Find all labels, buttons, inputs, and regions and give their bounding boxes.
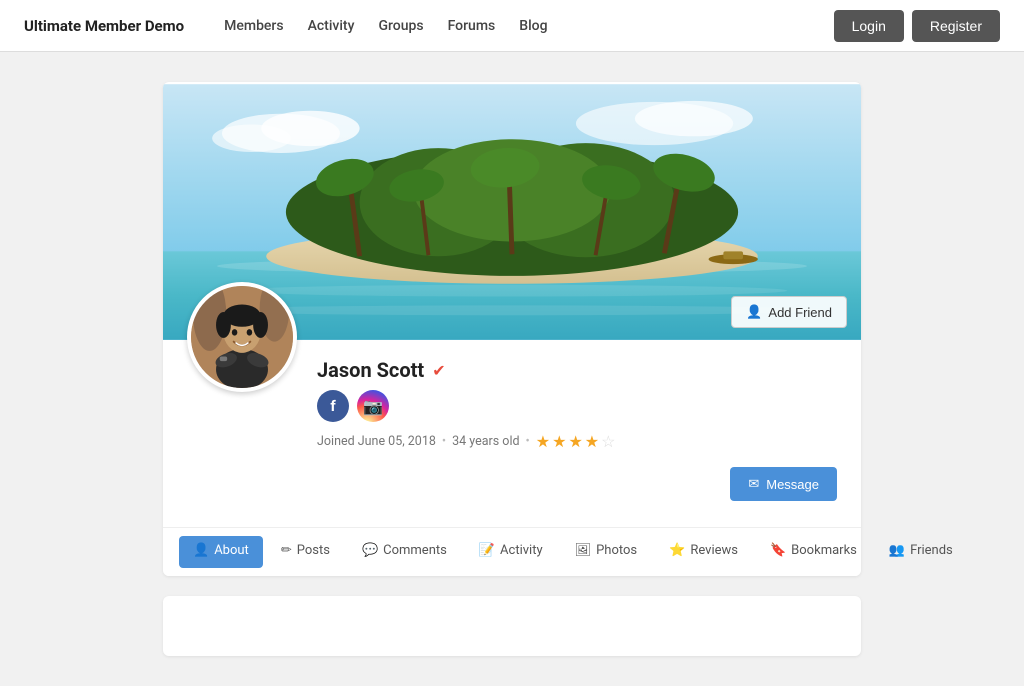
tab-bookmarks-label: Bookmarks bbox=[791, 543, 857, 558]
login-button[interactable]: Login bbox=[834, 10, 904, 42]
main-nav: Ultimate Member Demo Members Activity Gr… bbox=[0, 0, 1024, 52]
site-brand: Ultimate Member Demo bbox=[24, 17, 184, 35]
person-icon: 👤 bbox=[746, 304, 762, 320]
meta-dot-2: • bbox=[526, 434, 530, 449]
star-2: ★ bbox=[552, 432, 566, 451]
nav-groups[interactable]: Groups bbox=[378, 18, 423, 34]
nav-blog[interactable]: Blog bbox=[519, 18, 547, 34]
star-3: ★ bbox=[568, 432, 582, 451]
tab-about[interactable]: 👤 About bbox=[179, 536, 263, 568]
profile-name-row: Jason Scott ✔ bbox=[317, 358, 837, 382]
rating-stars: ★ ★ ★ ★ ☆ bbox=[536, 432, 616, 451]
nav-links: Members Activity Groups Forums Blog bbox=[224, 18, 833, 34]
star-5: ☆ bbox=[601, 432, 615, 451]
joined-date: Joined June 05, 2018 bbox=[317, 434, 436, 449]
star-1: ★ bbox=[536, 432, 550, 451]
tab-comments[interactable]: 💬 Comments bbox=[348, 528, 461, 576]
tab-reviews[interactable]: ⭐ Reviews bbox=[655, 528, 752, 576]
tab-posts-label: Posts bbox=[297, 543, 330, 558]
tab-activity-label: Activity bbox=[500, 543, 543, 558]
star-4: ★ bbox=[585, 432, 599, 451]
message-label: Message bbox=[766, 477, 819, 492]
message-btn-row: ✉ Message bbox=[317, 467, 837, 501]
profile-details: Jason Scott ✔ f 📷 Joined June 05, 2018 •… bbox=[317, 358, 837, 501]
register-button[interactable]: Register bbox=[912, 10, 1000, 42]
profile-tabs: 👤 About ✏ Posts 💬 Comments 📝 Activity 🖼 … bbox=[163, 527, 861, 576]
photo-icon: 🖼 bbox=[575, 543, 592, 558]
social-links: f 📷 bbox=[317, 390, 837, 422]
pencil-icon: ✏ bbox=[281, 543, 292, 558]
page-content: 👤 Add Friend bbox=[147, 82, 877, 656]
message-button[interactable]: ✉ Message bbox=[730, 467, 837, 501]
verified-badge: ✔ bbox=[432, 361, 445, 380]
avatar bbox=[187, 282, 297, 392]
bookmark-icon: 🔖 bbox=[770, 543, 786, 558]
envelope-icon: ✉ bbox=[748, 476, 759, 492]
tab-friends-label: Friends bbox=[910, 543, 953, 558]
nav-forums[interactable]: Forums bbox=[448, 18, 496, 34]
nav-actions: Login Register bbox=[834, 10, 1000, 42]
profile-card: 👤 Add Friend bbox=[163, 82, 861, 576]
tab-comments-label: Comments bbox=[383, 543, 447, 558]
content-area bbox=[163, 596, 861, 656]
profile-age: 34 years old bbox=[452, 434, 519, 449]
instagram-link[interactable]: 📷 bbox=[357, 390, 389, 422]
tab-activity[interactable]: 📝 Activity bbox=[465, 528, 557, 576]
person-tab-icon: 👤 bbox=[193, 543, 209, 558]
facebook-link[interactable]: f bbox=[317, 390, 349, 422]
tab-photos-label: Photos bbox=[596, 543, 637, 558]
tab-posts[interactable]: ✏ Posts bbox=[267, 528, 344, 576]
tab-bookmarks[interactable]: 🔖 Bookmarks bbox=[756, 528, 871, 576]
tab-friends[interactable]: 👥 Friends bbox=[875, 528, 967, 576]
profile-name: Jason Scott bbox=[317, 358, 424, 382]
nav-activity[interactable]: Activity bbox=[308, 18, 355, 34]
chat-icon: 💬 bbox=[362, 543, 378, 558]
profile-meta: Joined June 05, 2018 • 34 years old • ★ … bbox=[317, 432, 837, 451]
tab-photos[interactable]: 🖼 Photos bbox=[561, 528, 652, 576]
tab-reviews-label: Reviews bbox=[690, 543, 738, 558]
activity-icon: 📝 bbox=[479, 543, 495, 558]
add-friend-label: Add Friend bbox=[768, 305, 832, 320]
add-friend-button[interactable]: 👤 Add Friend bbox=[731, 296, 847, 328]
star-icon: ⭐ bbox=[669, 543, 685, 558]
profile-info-section: Jason Scott ✔ f 📷 Joined June 05, 2018 •… bbox=[163, 342, 861, 527]
group-icon: 👥 bbox=[889, 543, 905, 558]
tab-about-label: About bbox=[214, 543, 249, 558]
nav-members[interactable]: Members bbox=[224, 18, 283, 34]
meta-dot-1: • bbox=[442, 434, 446, 449]
